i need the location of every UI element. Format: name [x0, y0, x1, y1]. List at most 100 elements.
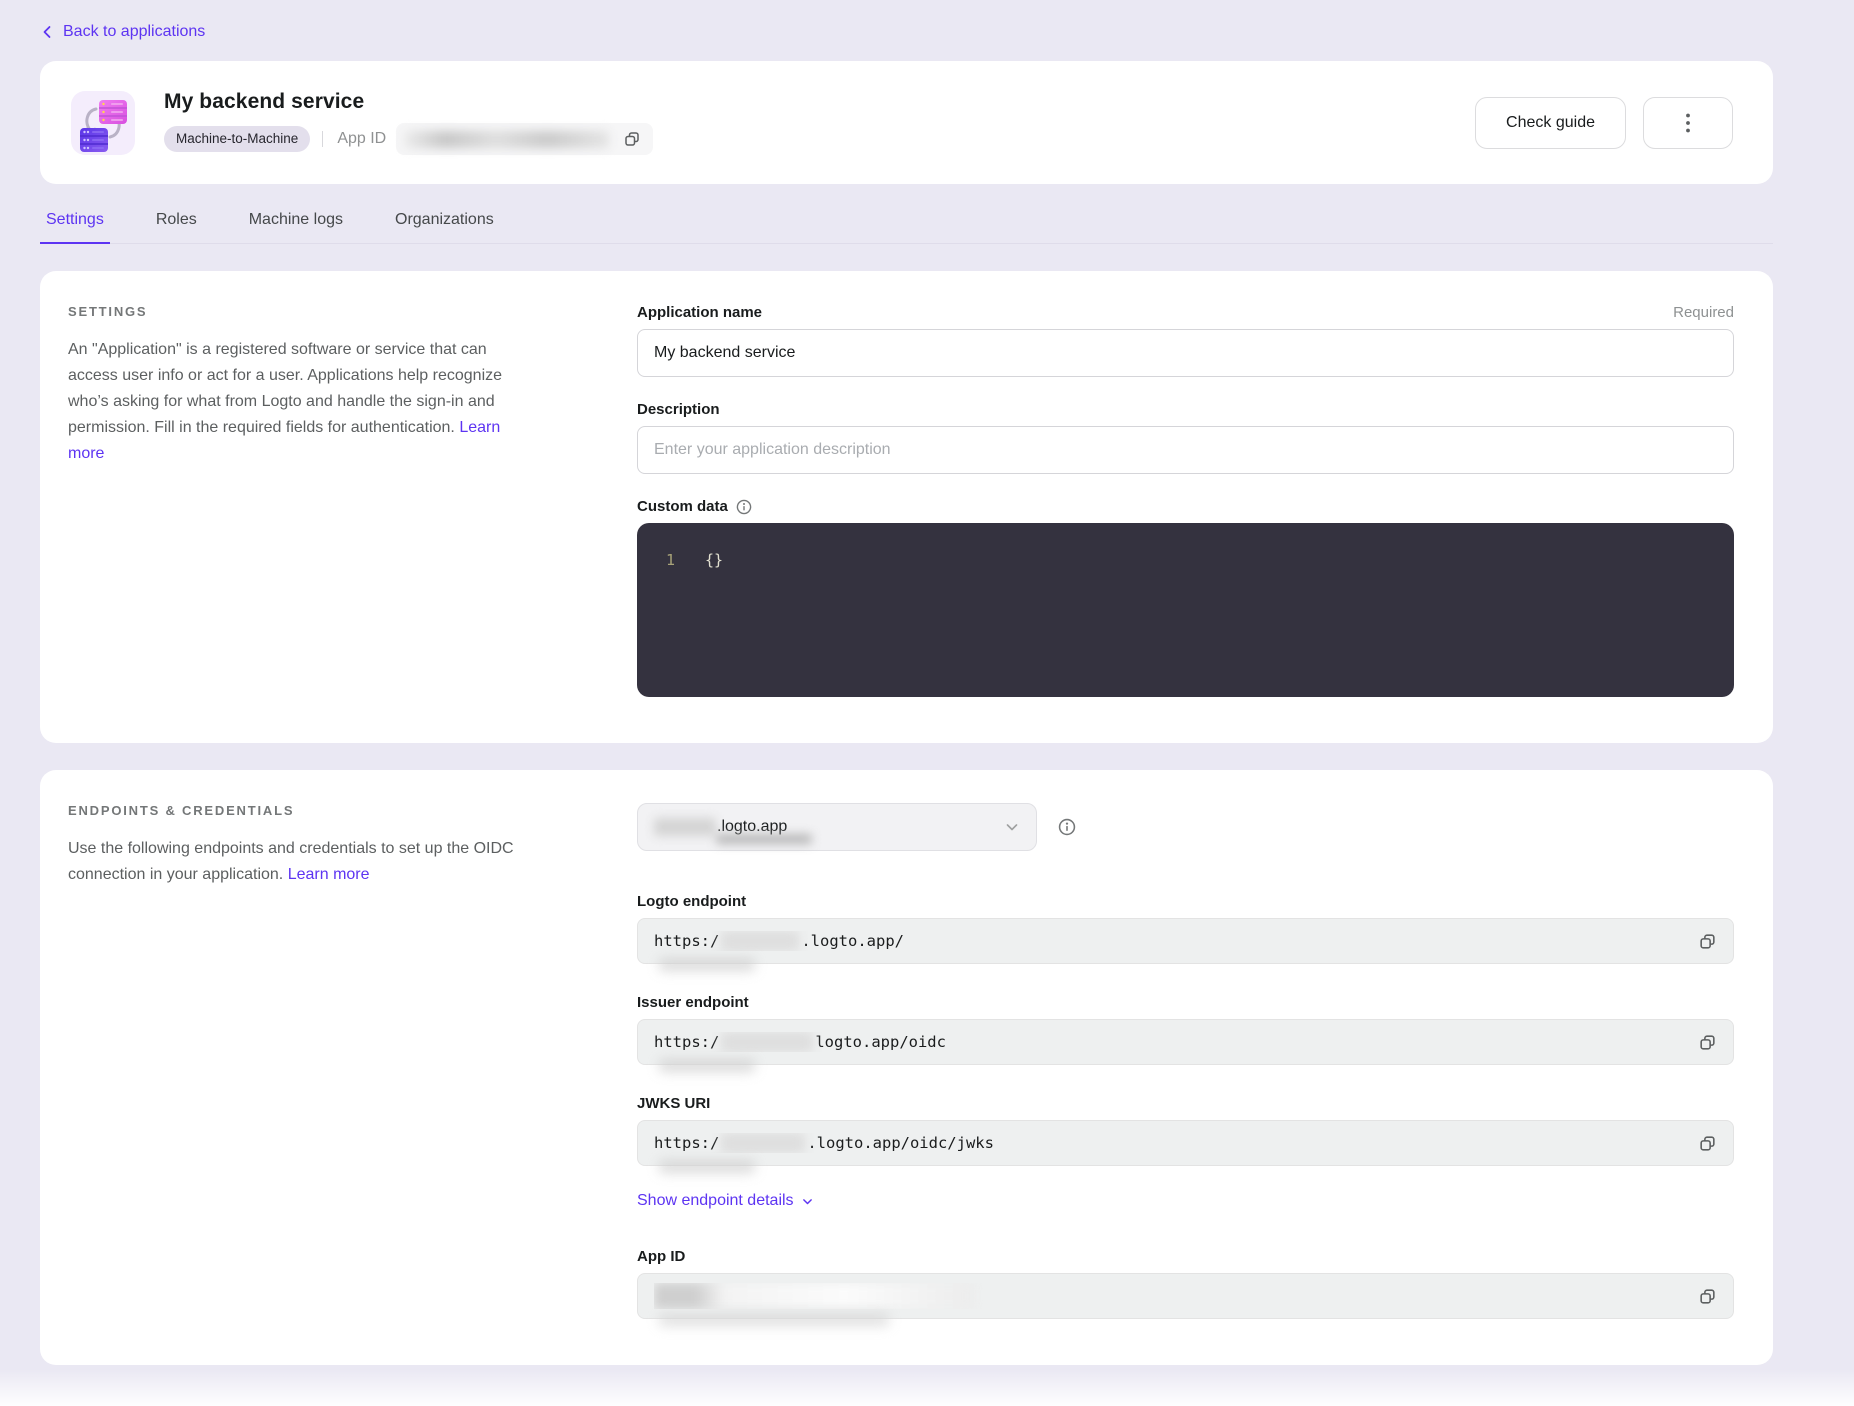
check-guide-button[interactable]: Check guide [1475, 97, 1626, 149]
editor-line-number: 1 [659, 549, 675, 571]
copy-app-id-button[interactable] [621, 128, 643, 150]
redaction-artifact [659, 1059, 755, 1072]
issuer-endpoint-label-row: Issuer endpoint [637, 994, 1734, 1011]
description-input[interactable] [637, 426, 1734, 474]
logto-endpoint-value: https:/ .logto.app/ [654, 931, 1696, 951]
redacted-tenant-id [654, 818, 716, 836]
app-id-field-label: App ID [637, 1248, 685, 1265]
application-name-label: Application name [637, 304, 762, 321]
copy-app-id-button[interactable] [1696, 1285, 1719, 1308]
redacted-tenant-id [721, 1032, 813, 1052]
tab-settings[interactable]: Settings [40, 211, 110, 244]
application-name-input[interactable] [637, 329, 1734, 377]
copy-jwks-uri-button[interactable] [1696, 1132, 1719, 1155]
domain-row: .logto.app [637, 803, 1734, 851]
app-id-field-group: App ID [637, 1248, 1734, 1319]
back-link-label: Back to applications [63, 23, 205, 41]
endpoints-form: .logto.app Logto endpoint https:/ .logto.… [637, 803, 1734, 1319]
jwks-uri-value: https:/ .logto.app/oidc/jwks [654, 1133, 1696, 1153]
issuer-endpoint-label: Issuer endpoint [637, 994, 749, 1011]
custom-data-label-row: Custom data [637, 498, 1734, 515]
kebab-menu-icon [1686, 113, 1690, 133]
url-suffix: .logto.app/oidc/jwks [807, 1134, 994, 1152]
jwks-uri-label-row: JWKS URI [637, 1095, 1734, 1112]
tab-bar: Settings Roles Machine logs Organization… [40, 211, 1773, 244]
more-actions-button[interactable] [1643, 97, 1733, 149]
copy-icon [1698, 1134, 1717, 1153]
settings-card: SETTINGS An "Application" is a registere… [40, 271, 1773, 743]
copy-issuer-endpoint-button[interactable] [1696, 1031, 1719, 1054]
logto-endpoint-field: https:/ .logto.app/ [637, 918, 1734, 964]
settings-card-intro: SETTINGS An "Application" is a registere… [68, 304, 518, 697]
issuer-endpoint-value: https:/ logto.app/oidc [654, 1032, 1696, 1052]
app-header-info: My backend service Machine-to-Machine Ap… [164, 90, 653, 155]
info-icon[interactable] [736, 499, 752, 515]
url-prefix: https:/ [654, 1134, 719, 1152]
logto-endpoint-label: Logto endpoint [637, 893, 746, 910]
custom-data-editor[interactable]: 1 {} [637, 523, 1734, 697]
url-suffix: .logto.app/ [801, 932, 904, 950]
meta-divider [322, 131, 323, 147]
copy-logto-endpoint-button[interactable] [1696, 930, 1719, 953]
settings-section-description: An "Application" is a registered softwar… [68, 337, 518, 467]
settings-section-heading: SETTINGS [68, 304, 518, 319]
domain-select[interactable]: .logto.app [637, 803, 1037, 851]
issuer-endpoint-field-group: Issuer endpoint https:/ logto.app/oidc [637, 994, 1734, 1065]
redacted-app-id-value [404, 131, 609, 148]
custom-data-label: Custom data [637, 498, 752, 515]
redacted-tenant-id-artifact [716, 834, 812, 844]
description-label-row: Description [637, 401, 1734, 418]
app-title: My backend service [164, 90, 653, 114]
application-details-page: Back to applications [0, 0, 1854, 1365]
copy-icon [1698, 932, 1717, 951]
chevron-down-icon [801, 1195, 814, 1208]
tab-roles[interactable]: Roles [150, 211, 203, 244]
app-id-label: App ID [337, 130, 386, 148]
endpoints-card: ENDPOINTS & CREDENTIALS Use the followin… [40, 770, 1773, 1365]
back-to-applications-link[interactable]: Back to applications [40, 23, 205, 41]
show-endpoint-details-link[interactable]: Show endpoint details [637, 1192, 814, 1210]
endpoints-learn-more-link[interactable]: Learn more [288, 866, 370, 883]
jwks-uri-field-group: JWKS URI https:/ .logto.app/oidc/jwks [637, 1095, 1734, 1166]
app-type-badge: Machine-to-Machine [164, 126, 310, 152]
header-actions: Check guide [1475, 97, 1733, 149]
custom-data-field-group: Custom data 1 {} [637, 498, 1734, 697]
app-meta-row: Machine-to-Machine App ID [164, 123, 653, 155]
redacted-tenant-id [721, 931, 799, 951]
logto-endpoint-label-row: Logto endpoint [637, 893, 1734, 910]
redacted-app-id-value [654, 1283, 974, 1309]
bottom-scroll-fade [0, 1368, 1854, 1406]
application-name-label-row: Application name Required [637, 304, 1734, 321]
settings-form: Application name Required Description Cu… [637, 304, 1734, 697]
show-endpoint-details-label: Show endpoint details [637, 1192, 794, 1210]
jwks-uri-label: JWKS URI [637, 1095, 710, 1112]
settings-description-text: An "Application" is a registered softwar… [68, 341, 502, 436]
redaction-artifact [659, 958, 755, 971]
redaction-artifact [659, 1313, 889, 1326]
url-prefix: https:/ [654, 1033, 719, 1051]
custom-data-label-text: Custom data [637, 498, 728, 515]
url-suffix: logto.app/oidc [815, 1033, 946, 1051]
chevron-left-icon [40, 25, 54, 39]
jwks-uri-field: https:/ .logto.app/oidc/jwks [637, 1120, 1734, 1166]
app-id-label-row: App ID [637, 1248, 1734, 1265]
copy-icon [1698, 1033, 1717, 1052]
app-id-value-pill[interactable] [396, 123, 653, 155]
info-icon [1058, 818, 1076, 836]
redaction-artifact [659, 1160, 755, 1173]
endpoints-section-heading: ENDPOINTS & CREDENTIALS [68, 803, 518, 818]
required-indicator: Required [1673, 304, 1734, 321]
url-prefix: https:/ [654, 932, 719, 950]
tab-organizations[interactable]: Organizations [389, 211, 500, 244]
domain-info-icon-wrap[interactable] [1058, 818, 1076, 836]
description-field-group: Description [637, 401, 1734, 474]
endpoints-section-description: Use the following endpoints and credenti… [68, 836, 518, 888]
copy-icon [1698, 1287, 1717, 1306]
app-id-value [654, 1283, 1696, 1309]
logto-endpoint-field-group: Logto endpoint https:/ .logto.app/ [637, 893, 1734, 964]
copy-icon [623, 130, 641, 148]
tab-machine-logs[interactable]: Machine logs [243, 211, 349, 244]
application-name-field-group: Application name Required [637, 304, 1734, 377]
app-header-card: My backend service Machine-to-Machine Ap… [40, 61, 1773, 184]
machine-to-machine-app-icon [71, 91, 135, 155]
